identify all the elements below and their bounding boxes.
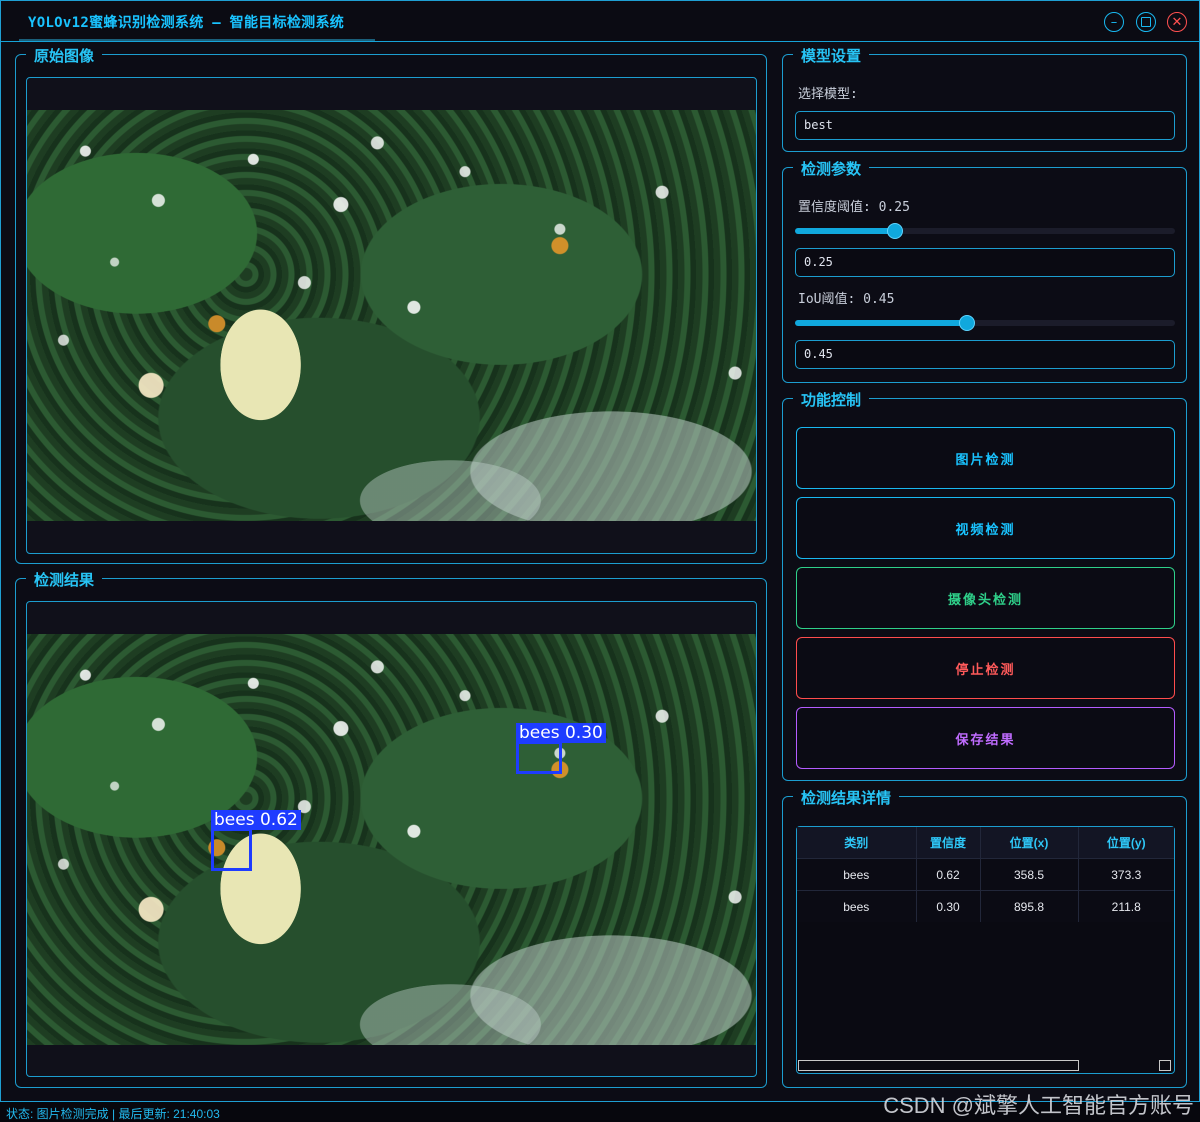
table-cell: bees xyxy=(797,858,917,891)
original-image-frame xyxy=(26,77,757,554)
watermark: CSDN @斌擎人工智能官方账号 xyxy=(883,1093,1194,1118)
iou-slider-handle[interactable] xyxy=(959,315,975,331)
original-image-title: 原始图像 xyxy=(26,45,103,66)
maximize-button[interactable] xyxy=(1136,12,1156,32)
scrollbar-corner xyxy=(1159,1060,1171,1071)
horizontal-scrollbar[interactable] xyxy=(798,1060,1173,1072)
video-detect-button[interactable]: 视频检测 xyxy=(796,497,1175,559)
controls-group: 功能控制 图片检测 视频检测 摄像头检测 停止检测 保存结果 xyxy=(782,389,1187,781)
minimize-button[interactable]: – xyxy=(1104,12,1124,32)
table-cell: 358.5 xyxy=(980,858,1079,891)
column-header[interactable]: 置信度 xyxy=(916,827,981,859)
table-cell: 0.62 xyxy=(916,858,981,891)
column-header[interactable]: 类别 xyxy=(797,827,917,859)
title-underline xyxy=(19,39,375,41)
iou-input[interactable]: 0.45 xyxy=(795,340,1175,369)
model-settings-title: 模型设置 xyxy=(793,45,870,66)
table-row[interactable]: bees 0.30 895.8 211.8 xyxy=(797,890,1174,922)
confidence-input[interactable]: 0.25 xyxy=(795,248,1175,277)
select-model-label: 选择模型: xyxy=(798,87,858,102)
column-header[interactable]: 位置(y) xyxy=(1078,827,1174,859)
results-table: 类别 置信度 位置(x) 位置(y) bees 0.62 358.5 373.3… xyxy=(797,827,1174,922)
title-bar: YOLOv12蜜蜂识别检测系统 – 智能目标检测系统 – ✕ xyxy=(1,1,1199,42)
detection-box: bees 0.30 xyxy=(516,723,606,774)
results-detail-group: 检测结果详情 类别 置信度 位置(x) 位置(y) bees 0.62 358.… xyxy=(782,787,1187,1088)
close-button[interactable]: ✕ xyxy=(1167,12,1187,32)
model-settings-group: 模型设置 选择模型: best xyxy=(782,45,1187,152)
maximize-icon xyxy=(1141,17,1151,27)
model-select[interactable]: best xyxy=(795,111,1175,140)
detect-params-title: 检测参数 xyxy=(793,158,870,179)
app-window: YOLOv12蜜蜂识别检测系统 – 智能目标检测系统 – ✕ 原始图像 检测结果… xyxy=(0,0,1200,1102)
camera-detect-button[interactable]: 摄像头检测 xyxy=(796,567,1175,629)
result-image-group: 检测结果 bees 0.62 bees 0.30 xyxy=(15,569,767,1088)
result-image-frame: bees 0.62 bees 0.30 xyxy=(26,601,757,1077)
image-detect-button[interactable]: 图片检测 xyxy=(796,427,1175,489)
window-title: YOLOv12蜜蜂识别检测系统 – 智能目标检测系统 xyxy=(28,15,345,31)
close-icon: ✕ xyxy=(1171,14,1183,30)
confidence-label: 置信度阈值: 0.25 xyxy=(798,200,910,215)
detection-label: bees 0.30 xyxy=(516,723,606,743)
table-row[interactable]: bees 0.62 358.5 373.3 xyxy=(797,858,1174,891)
results-detail-title: 检测结果详情 xyxy=(793,787,900,808)
confidence-slider-fill xyxy=(795,228,895,234)
detection-box: bees 0.62 xyxy=(211,810,301,871)
detection-label: bees 0.62 xyxy=(211,810,301,830)
table-header-row: 类别 置信度 位置(x) 位置(y) xyxy=(797,827,1174,859)
table-cell: 211.8 xyxy=(1078,890,1174,922)
table-cell: 895.8 xyxy=(980,890,1079,922)
save-result-button[interactable]: 保存结果 xyxy=(796,707,1175,769)
confidence-slider-handle[interactable] xyxy=(887,223,903,239)
original-image xyxy=(27,110,756,521)
iou-slider-fill xyxy=(795,320,967,326)
scrollbar-thumb[interactable] xyxy=(798,1060,1079,1071)
controls-title: 功能控制 xyxy=(793,389,870,410)
iou-label: IoU阈值: 0.45 xyxy=(798,292,895,307)
iou-slider[interactable] xyxy=(795,315,1175,331)
result-image: bees 0.62 bees 0.30 xyxy=(27,634,756,1045)
table-cell: 0.30 xyxy=(916,890,981,922)
original-image-group: 原始图像 xyxy=(15,45,767,564)
minimize-icon: – xyxy=(1110,14,1118,30)
column-header[interactable]: 位置(x) xyxy=(980,827,1079,859)
detect-params-group: 检测参数 置信度阈值: 0.25 0.25 IoU阈值: 0.45 0.45 xyxy=(782,158,1187,383)
confidence-slider[interactable] xyxy=(795,223,1175,239)
table-cell: 373.3 xyxy=(1078,858,1174,891)
stop-detect-button[interactable]: 停止检测 xyxy=(796,637,1175,699)
table-cell: bees xyxy=(797,890,917,922)
status-text: 状态: 图片检测完成 | 最后更新: 21:40:03 xyxy=(6,1107,220,1121)
result-image-title: 检测结果 xyxy=(26,569,103,590)
